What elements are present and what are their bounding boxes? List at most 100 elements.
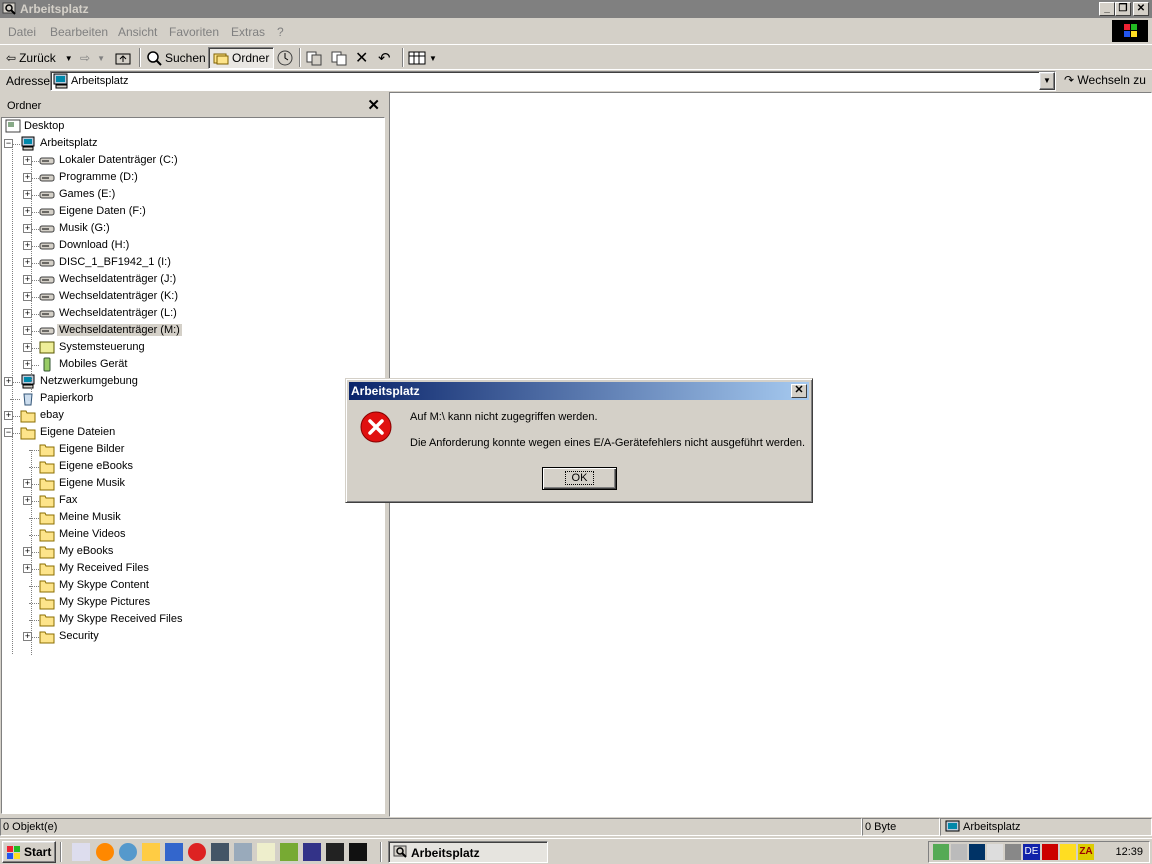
tree-item-label: Papierkorb	[40, 392, 94, 404]
tree-item[interactable]: + Eigene Musik	[2, 476, 382, 492]
tree-item[interactable]: My Skype Content	[2, 578, 382, 594]
tree-item[interactable]: + Programme (D:)	[2, 170, 382, 186]
tree-item[interactable]: + Mobiles Gerät	[2, 357, 382, 373]
ok-button[interactable]: OK	[542, 467, 617, 490]
folder-pane-close-icon[interactable]: ✕	[367, 96, 380, 114]
app-icon-5[interactable]	[349, 843, 367, 861]
tray-icon-1[interactable]	[933, 844, 949, 860]
chevron-down-icon: ▼	[429, 53, 437, 63]
tray-icon-2[interactable]	[969, 844, 985, 860]
show-desktop-icon[interactable]	[72, 843, 90, 861]
tree-item[interactable]: + DISC_1_BF1942_1 (I:)	[2, 255, 382, 271]
close-button[interactable]: ✕	[1133, 2, 1149, 16]
move-to-button[interactable]	[305, 48, 323, 68]
tree-item[interactable]: Eigene eBooks	[2, 459, 382, 475]
tray-icon-4[interactable]	[1005, 844, 1021, 860]
tree-item[interactable]: − Arbeitsplatz	[2, 136, 382, 152]
tree-item[interactable]: + Wechseldatenträger (J:)	[2, 272, 382, 288]
tree-item[interactable]: Meine Musik	[2, 510, 382, 526]
tree-item[interactable]: + My eBooks	[2, 544, 382, 560]
copy-to-icon	[331, 51, 347, 66]
app-icon-1[interactable]	[211, 843, 229, 861]
tree-item[interactable]: + Download (H:)	[2, 238, 382, 254]
tray-icon-6[interactable]	[1060, 844, 1076, 860]
tree-item[interactable]: + ebay	[2, 408, 382, 424]
dialog-titlebar[interactable]: Arbeitsplatz ✕	[349, 382, 809, 400]
tree-item-label: Wechseldatenträger (K:)	[59, 290, 179, 302]
forward-button[interactable]: ⇨ ▼	[80, 48, 105, 68]
app-icon-3[interactable]	[303, 843, 321, 861]
address-label: Adresse	[6, 74, 51, 88]
language-indicator[interactable]: DE	[1023, 844, 1040, 860]
folder-pane-header: Ordner ✕	[2, 96, 382, 116]
menu-datei[interactable]: Datei	[8, 25, 36, 39]
explorer-quicklaunch-icon[interactable]	[142, 843, 160, 861]
messenger-icon[interactable]	[165, 843, 183, 861]
tree-item-label: Mobiles Gerät	[59, 358, 128, 370]
app-icon-4[interactable]	[326, 843, 344, 861]
app-icon-2[interactable]	[280, 843, 298, 861]
tree-item[interactable]: Papierkorb	[2, 391, 382, 407]
tray-icon-3[interactable]	[987, 844, 1003, 860]
folders-button[interactable]: Ordner	[208, 47, 275, 69]
tree-item[interactable]: + Systemsteuerung	[2, 340, 382, 356]
folder-icon	[39, 544, 55, 559]
tree-item[interactable]: + Fax	[2, 493, 382, 509]
tree-item[interactable]: + Security	[2, 629, 382, 645]
address-dropdown-button[interactable]: ▼	[1039, 72, 1055, 90]
volume-icon[interactable]	[951, 844, 967, 860]
window-titlebar[interactable]: Arbeitsplatz _ ❐ ✕	[0, 0, 1152, 18]
calculator-icon[interactable]	[234, 843, 252, 861]
menu-favoriten[interactable]: Favoriten	[169, 25, 219, 39]
firefox-icon[interactable]	[96, 843, 114, 861]
tree-item[interactable]: + Musik (G:)	[2, 221, 382, 237]
tree-item[interactable]: + Lokaler Datenträger (C:)	[2, 153, 382, 169]
skype-icon[interactable]	[188, 843, 206, 861]
search-button[interactable]: Suchen	[146, 48, 206, 68]
back-button[interactable]: ⇦ Zurück ▼	[6, 48, 73, 68]
tree-item[interactable]: + Wechseldatenträger (L:)	[2, 306, 382, 322]
delete-button[interactable]: ✕	[355, 48, 368, 68]
menu-ansicht[interactable]: Ansicht	[118, 25, 157, 39]
tray-icon-5[interactable]	[1042, 844, 1058, 860]
tree-item[interactable]: Eigene Bilder	[2, 442, 382, 458]
dialog-close-button[interactable]: ✕	[791, 384, 807, 398]
history-icon	[277, 50, 293, 66]
tree-item[interactable]: Desktop	[2, 119, 382, 135]
minimize-button[interactable]: _	[1099, 2, 1115, 16]
zonealarm-icon[interactable]: ZA	[1078, 844, 1094, 860]
lightbulb-icon[interactable]	[257, 843, 275, 861]
tree-item-label: My Skype Content	[59, 579, 149, 591]
go-button[interactable]: ↷ Wechseln zu	[1064, 73, 1146, 87]
tree-item[interactable]: Meine Videos	[2, 527, 382, 543]
tree-item[interactable]: My Skype Pictures	[2, 595, 382, 611]
restore-button[interactable]: ❐	[1115, 2, 1131, 16]
folder-tree[interactable]: Desktop − Arbeitsplatz + Lokaler Datenträger…	[1, 117, 385, 814]
menu-help[interactable]: ?	[277, 25, 284, 39]
tree-item[interactable]: + Wechseldatenträger (K:)	[2, 289, 382, 305]
dialog-message-line2: Die Anforderung konnte wegen eines E/A-G…	[410, 437, 806, 449]
tree-item-label: Arbeitsplatz	[40, 137, 98, 149]
tree-item[interactable]: + My Received Files	[2, 561, 382, 577]
up-folder-button[interactable]	[114, 48, 132, 68]
tree-item[interactable]: + Netzwerkumgebung	[2, 374, 382, 390]
copy-to-button[interactable]	[330, 48, 348, 68]
start-button[interactable]: Start	[2, 841, 56, 863]
history-button[interactable]	[276, 48, 294, 68]
address-input[interactable]: Arbeitsplatz ▼	[50, 71, 1056, 91]
tree-item-label: Netzwerkumgebung	[40, 375, 138, 387]
taskbar-item-arbeitsplatz[interactable]: Arbeitsplatz	[388, 841, 548, 863]
internet-icon[interactable]	[119, 843, 137, 861]
tree-item[interactable]: − Eigene Dateien	[2, 425, 382, 441]
views-button[interactable]: ▼	[408, 48, 437, 68]
menu-bearbeiten[interactable]: Bearbeiten	[50, 25, 108, 39]
drive-icon	[39, 238, 55, 253]
removable-drive-icon	[39, 323, 55, 338]
tree-item[interactable]: + Games (E:)	[2, 187, 382, 203]
menu-extras[interactable]: Extras	[231, 25, 265, 39]
tree-item[interactable]: + Wechseldatenträger (M:)	[2, 323, 382, 339]
undo-button[interactable]: ↶	[378, 48, 391, 68]
tree-item[interactable]: + Eigene Daten (F:)	[2, 204, 382, 220]
tree-item-label: Wechseldatenträger (J:)	[59, 273, 177, 285]
tree-item[interactable]: My Skype Received Files	[2, 612, 382, 628]
